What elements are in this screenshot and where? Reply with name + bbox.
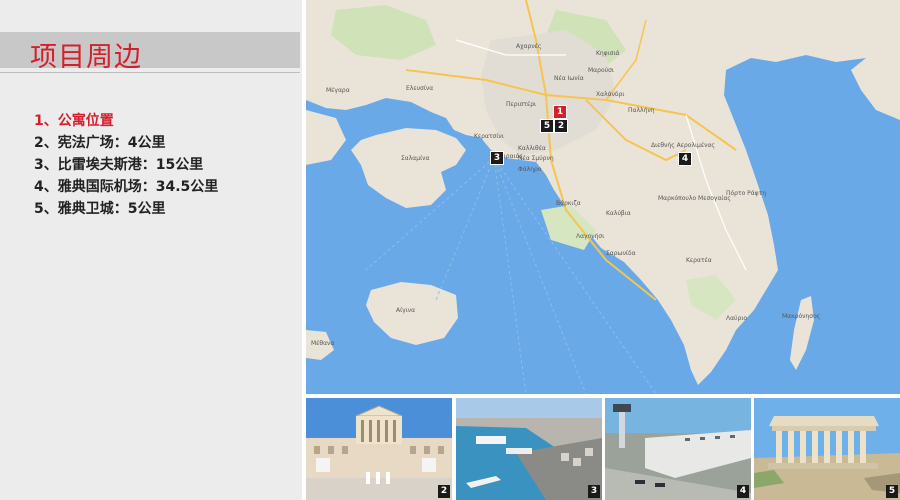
map-marker-3[interactable]: 3 [490,151,504,165]
photo-airport: 4 [605,398,751,500]
label-makronisos: Μακρόνησος [782,313,820,320]
label-salamina: Σαλαμίνα [401,155,429,162]
poi-item-apartment: 1、公寓位置 [34,113,114,129]
poi-item-syntagma: 2、宪法广场：4公里 [34,135,166,151]
label-aegina: Αίγινα [396,307,415,314]
label-kalyvia: Καλύβια [606,210,631,217]
photo-number-4: 4 [737,485,749,498]
label-faliro: Φάληρο [518,166,542,173]
page-title: 项目周边 [30,42,142,73]
label-lavrio: Λαύριο [726,315,747,322]
acropolis-image [754,398,900,500]
map[interactable]: Αχαρνές Κηφισιά Μαρούσι Νέα Ιωνία Περιστ… [306,0,900,394]
label-kallithea: Καλλιθέα [518,145,546,152]
map-marker-2[interactable]: 2 [554,119,568,133]
label-nea-smyrni: Νέα Σμύρνη [518,155,554,162]
map-marker-4[interactable]: 4 [678,152,692,166]
photo-acropolis: 5 [754,398,900,500]
info-panel [0,0,302,500]
photo-port: 3 [456,398,602,500]
map-canvas: Αχαρνές Κηφισιά Μαρούσι Νέα Ιωνία Περιστ… [306,0,900,394]
label-peristeri: Περιστέρι [506,101,536,108]
poi-list: 1、公寓位置 2、宪法广场：4公里 3、比雷埃夫斯港：15公里 4、雅典国际机场… [34,110,218,220]
label-lagonisi: Λαγονήσι [576,233,604,240]
label-chalandri: Χαλάνδρι [596,91,624,98]
label-methana: Μέθανα [311,340,334,347]
poi-item-piraeus: 3、比雷埃夫斯港：15公里 [34,157,204,173]
label-nea-ionia: Νέα Ιωνία [554,75,584,82]
port-image [456,398,602,500]
label-megara: Μέγαρα [326,87,350,94]
photo-parliament: 2 [306,398,452,500]
parliament-image [306,398,452,500]
photo-number-3: 3 [588,485,600,498]
poi-item-airport: 4、雅典国际机场：34.5公里 [34,179,219,195]
label-airport: Διεθνής Αερολιμένας [651,142,715,149]
label-keratea: Κερατέα [686,257,712,264]
label-pallini: Παλλήνη [628,107,655,114]
label-acharnes: Αχαρνές [516,43,541,50]
airport-image [605,398,751,500]
label-elefsina: Ελευσίνα [406,85,433,92]
photo-number-2: 2 [438,485,450,498]
map-marker-1[interactable]: 1 [553,105,567,119]
label-keratsini: Κερατσίνι [474,133,504,140]
label-saronida: Σαρωνίδα [606,250,636,257]
label-varkiza: Βάρκιζα [556,200,581,207]
title-divider [0,72,300,73]
label-marousi: Μαρούσι [588,67,614,74]
label-markopoulo: Μαρκόπουλο Μεσογαίας [658,195,731,202]
photo-number-5: 5 [886,485,898,498]
label-porto-rafti: Πόρτο Ράφτη [726,190,766,197]
label-kifisia: Κηφισιά [596,50,620,57]
poi-item-acropolis: 5、雅典卫城：5公里 [34,201,166,217]
map-marker-5[interactable]: 5 [540,119,554,133]
